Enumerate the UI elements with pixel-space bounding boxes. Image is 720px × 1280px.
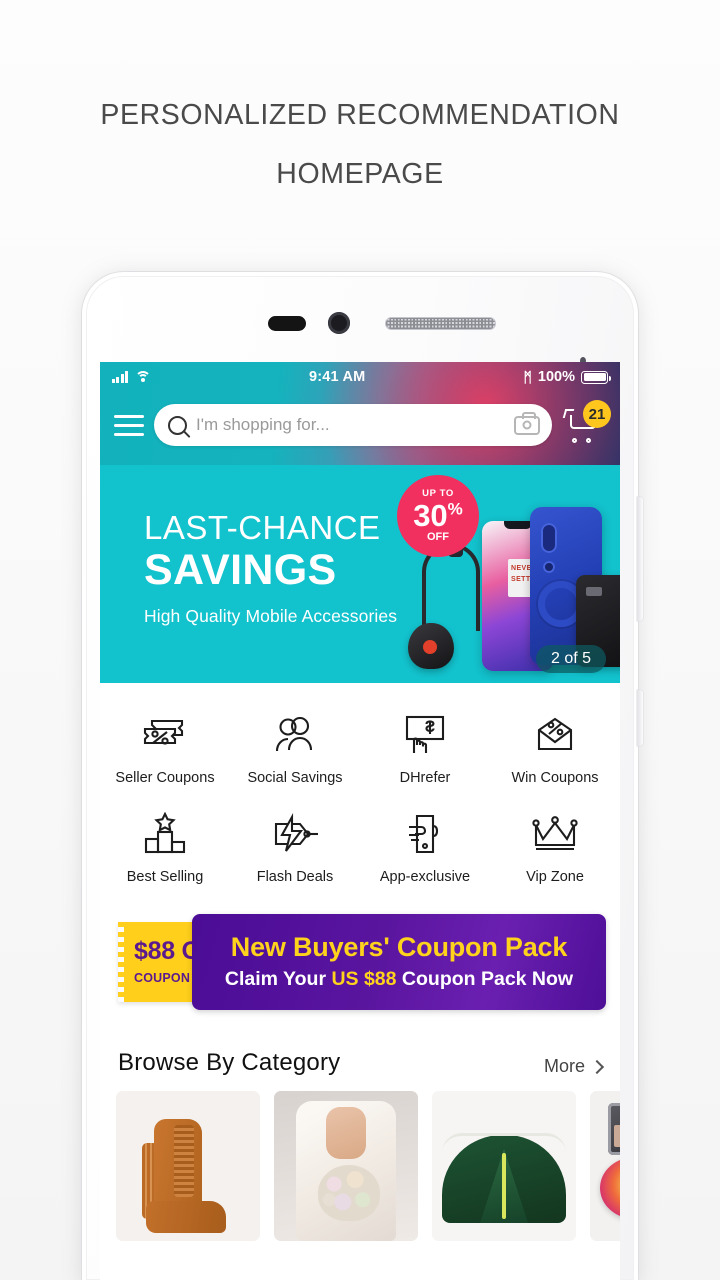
discount-badge: UP TO 30% OFF xyxy=(397,475,479,557)
page-title-line-2: HOMEPAGE xyxy=(276,158,444,190)
lightning-plug-icon xyxy=(268,808,322,860)
quick-link-label: Seller Coupons xyxy=(115,770,215,786)
status-bar: 9:41 AM ᛗ 100% xyxy=(100,362,620,392)
search-input[interactable]: I'm shopping for... xyxy=(154,404,552,446)
category-section-title: Browse By Category xyxy=(118,1049,341,1076)
hero-title-light: LAST-CHANCE xyxy=(144,509,381,546)
hero-banner[interactable]: LAST-CHANCE SAVINGS High Quality Mobile … xyxy=(100,465,620,683)
quick-link-best-selling[interactable]: Best Selling xyxy=(100,798,230,897)
camera-search-icon[interactable] xyxy=(514,411,540,435)
search-placeholder: I'm shopping for... xyxy=(196,415,330,434)
app-header: 9:41 AM ᛗ 100% I'm shopping for... 21 xyxy=(100,362,620,465)
podium-star-icon xyxy=(139,808,191,860)
front-camera-icon xyxy=(328,312,586,365)
earbud-art xyxy=(408,623,454,669)
status-bar-time: 9:41 AM xyxy=(309,369,366,385)
battery-icon xyxy=(581,370,611,384)
quick-links-grid: Seller Coupons Social Savings DHrefer Wi… xyxy=(100,683,620,903)
phone-mockup: 9:41 AM ᛗ 100% I'm shopping for... 21 LA… xyxy=(82,272,643,1280)
quick-link-flash-deals[interactable]: Flash Deals xyxy=(230,798,360,897)
banner-pagination: 2 of 5 xyxy=(535,645,606,673)
quick-links-row-1: Seller Coupons Social Savings DHrefer Wi… xyxy=(100,699,620,798)
quick-links-row-2: Best Selling Flash Deals App-exclusive V… xyxy=(100,798,620,897)
makeup-category-thumbnail[interactable] xyxy=(590,1091,620,1241)
coupon-promo-card[interactable]: New Buyers' Coupon Pack Claim Your US $8… xyxy=(192,914,606,1010)
hand-phone-icon xyxy=(399,808,451,860)
quick-link-dhrefer[interactable]: DHrefer xyxy=(360,699,490,798)
hand-dollar-screen-icon xyxy=(399,709,451,761)
category-more-label: More xyxy=(543,1056,585,1076)
coupon-percent-icon xyxy=(139,709,191,761)
quick-link-label: Vip Zone xyxy=(526,869,584,885)
discount-badge-value: 30% xyxy=(413,497,463,533)
page-root: PERSONALIZED RECOMMENDATION HOMEPAGE 9:4… xyxy=(0,0,720,1280)
cellular-signal-icon xyxy=(112,371,128,383)
hamburger-menu-icon[interactable] xyxy=(110,414,144,436)
hero-subtitle: High Quality Mobile Accessories xyxy=(144,606,398,626)
quick-link-social-savings[interactable]: Social Savings xyxy=(230,699,360,798)
hero-banner-text: LAST-CHANCE SAVINGS High Quality Mobile … xyxy=(144,509,397,627)
quick-link-label: Win Coupons xyxy=(511,770,599,786)
proximity-sensor-icon xyxy=(268,316,306,331)
coupon-promo-headline: New Buyers' Coupon Pack xyxy=(230,931,568,962)
shopping-cart-button[interactable]: 21 xyxy=(562,400,611,448)
quick-link-vip-zone[interactable]: Vip Zone xyxy=(490,798,620,897)
category-thumbnail-row xyxy=(100,1091,620,1241)
search-row: I'm shopping for... 21 xyxy=(100,392,620,458)
quick-link-seller-coupons[interactable]: Seller Coupons xyxy=(100,699,230,798)
quick-link-app-exclusive[interactable]: App-exclusive xyxy=(360,798,490,897)
category-section-header: Browse By Category More xyxy=(100,1015,620,1091)
cart-badge-count: 21 xyxy=(583,400,611,428)
search-icon xyxy=(168,415,187,435)
envelope-percent-icon xyxy=(529,709,581,761)
boots-category-thumbnail[interactable] xyxy=(116,1091,260,1241)
page-title-line-1: PERSONALIZED RECOMMENDATION xyxy=(100,99,620,131)
chevron-right-icon xyxy=(589,1059,605,1074)
quick-link-label: DHrefer xyxy=(399,770,451,786)
coupon-promo-banner[interactable]: $88 Of COUPON PA New Buyers' Coupon Pack… xyxy=(114,909,606,1015)
battery-percent-label: 100% xyxy=(537,369,575,385)
volume-rocker-button[interactable] xyxy=(637,497,643,621)
crown-icon xyxy=(528,808,582,860)
two-people-icon xyxy=(269,709,321,761)
wifi-icon xyxy=(134,371,151,383)
camping-tent-category-thumbnail[interactable] xyxy=(432,1091,576,1241)
quick-link-win-coupons[interactable]: Win Coupons xyxy=(490,699,620,798)
page-title: PERSONALIZED RECOMMENDATION HOMEPAGE xyxy=(0,86,720,204)
discount-badge-bottom: OFF xyxy=(427,530,449,543)
quick-link-label: Best Selling xyxy=(126,869,204,885)
quick-link-label: App-exclusive xyxy=(379,869,471,885)
category-more-link[interactable]: More xyxy=(543,1056,605,1077)
phone-screen: 9:41 AM ᛗ 100% I'm shopping for... 21 LA… xyxy=(100,362,620,1280)
power-button[interactable] xyxy=(637,690,643,746)
quick-link-label: Flash Deals xyxy=(256,869,334,885)
coupon-promo-subline: Claim Your US $88 Coupon Pack Now xyxy=(224,968,574,991)
hero-title-bold: SAVINGS xyxy=(144,546,337,594)
bluetooth-icon: ᛗ xyxy=(523,369,532,385)
quick-link-label: Social Savings xyxy=(247,770,343,786)
earpiece-speaker-icon xyxy=(385,317,496,330)
wedding-dress-category-thumbnail[interactable] xyxy=(274,1091,418,1241)
